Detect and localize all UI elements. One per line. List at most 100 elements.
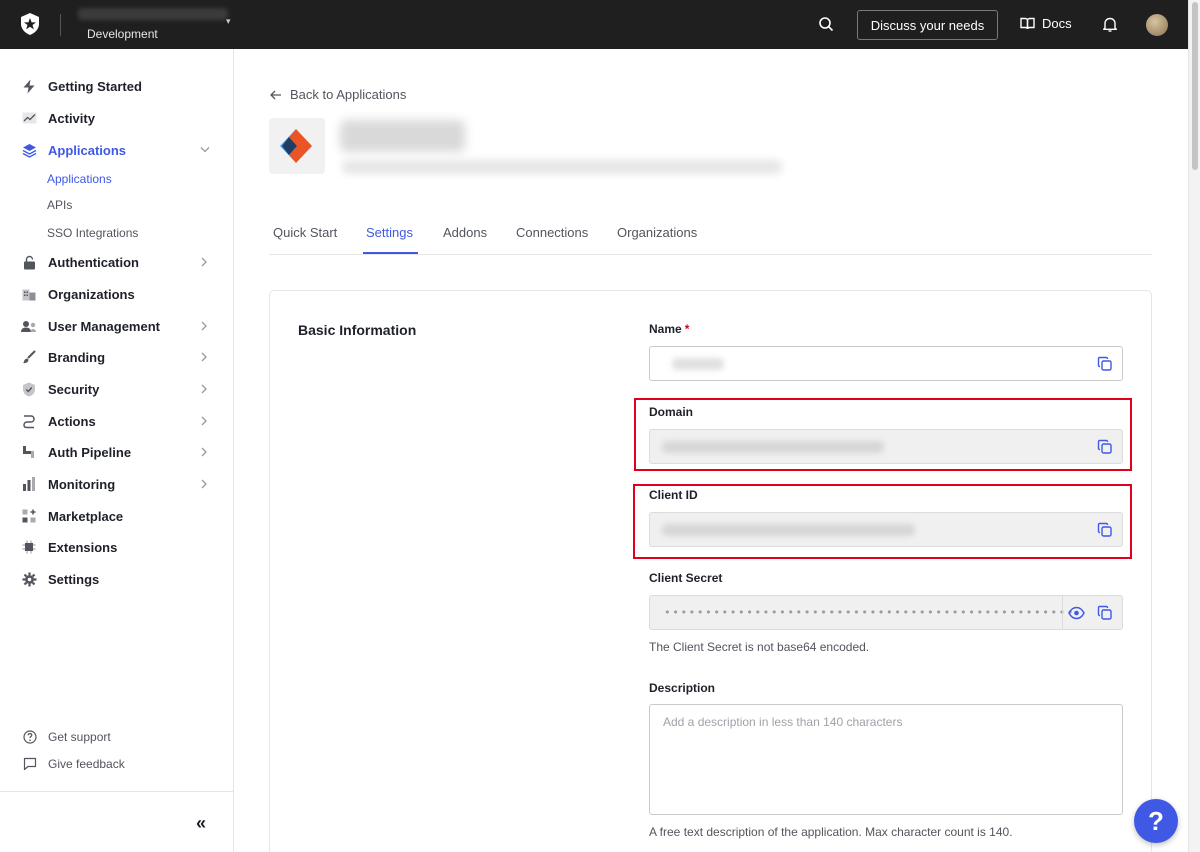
bell-icon[interactable]	[1102, 16, 1118, 33]
chevron-right-icon	[201, 257, 207, 267]
page-scrollbar[interactable]	[1188, 0, 1200, 852]
sidebar-item-label: Auth Pipeline	[48, 444, 132, 460]
sidebar: Getting Started Activity Applications Ap…	[0, 49, 234, 852]
copy-icon[interactable]	[1097, 356, 1113, 372]
tab-quick-start[interactable]: Quick Start	[273, 225, 337, 240]
layers-icon	[21, 142, 37, 158]
get-support-link[interactable]: Get support	[22, 729, 111, 744]
sidebar-item-label: Monitoring	[48, 476, 116, 492]
chip-icon	[21, 539, 37, 555]
name-field-label: Name *	[649, 322, 689, 336]
sidebar-item-label: Security	[48, 381, 100, 397]
sidebar-item-label: Branding	[48, 349, 106, 365]
application-tabs: Quick Start Settings Addons Connections …	[269, 220, 1152, 255]
activity-chart-icon	[21, 110, 37, 126]
sidebar-item-organizations[interactable]: Organizations	[0, 280, 233, 308]
sidebar-subitem-sso-integrations[interactable]: SSO Integrations	[47, 226, 138, 240]
sidebar-item-label: Applications	[48, 142, 127, 158]
description-help: A free text description of the applicati…	[649, 825, 1013, 839]
user-avatar[interactable]	[1146, 14, 1168, 36]
grid-plus-icon	[21, 508, 37, 524]
required-mark: *	[684, 322, 690, 336]
name-value-redacted	[672, 358, 724, 370]
sidebar-item-label: Getting Started	[48, 78, 142, 94]
sidebar-item-authentication[interactable]: Authentication	[0, 248, 233, 276]
sidebar-item-label: Organizations	[48, 286, 135, 302]
eye-icon[interactable]	[1068, 606, 1085, 620]
chevron-right-icon	[201, 447, 207, 457]
active-tab-indicator	[363, 252, 418, 254]
tenant-environment[interactable]: Development	[87, 27, 158, 41]
sidebar-item-getting-started[interactable]: Getting Started	[0, 72, 233, 100]
copy-icon[interactable]	[1097, 605, 1113, 621]
application-diamond-icon	[280, 129, 312, 163]
sidebar-item-branding[interactable]: Branding	[0, 343, 233, 371]
client-secret-label: Client Secret	[649, 571, 723, 585]
sidebar-item-label: Settings	[48, 571, 100, 587]
arrow-left-icon	[270, 90, 281, 99]
application-name-redacted	[340, 120, 465, 152]
description-placeholder: Add a description in less than 140 chara…	[663, 715, 903, 729]
collapse-sidebar-button[interactable]: «	[196, 813, 206, 834]
name-label: Name	[649, 322, 682, 336]
docs-link[interactable]: Docs	[1020, 16, 1072, 31]
sidebar-item-user-management[interactable]: User Management	[0, 312, 233, 340]
give-feedback-link[interactable]: Give feedback	[22, 756, 125, 771]
client-id-highlight-box	[633, 484, 1132, 559]
sidebar-item-applications[interactable]: Applications	[0, 136, 233, 164]
name-field[interactable]	[649, 346, 1123, 381]
brush-icon	[21, 349, 37, 365]
sidebar-item-extensions[interactable]: Extensions	[0, 533, 233, 561]
users-icon	[21, 318, 37, 334]
tab-addons[interactable]: Addons	[443, 225, 487, 240]
auth0-logo-icon[interactable]	[18, 12, 42, 36]
client-secret-field[interactable]: ••••••••••••••••••••••••••••••••••••••••…	[649, 595, 1123, 630]
sidebar-item-activity[interactable]: Activity	[0, 104, 233, 132]
chevron-right-icon	[201, 416, 207, 426]
application-logo	[269, 118, 325, 174]
give-feedback-label: Give feedback	[48, 756, 125, 771]
message-icon	[22, 756, 37, 771]
bar-chart-icon	[21, 476, 37, 492]
application-meta-redacted	[342, 160, 782, 174]
discuss-your-needs-button[interactable]: Discuss your needs	[857, 10, 998, 40]
building-icon	[21, 286, 37, 302]
help-circle-icon	[22, 729, 37, 744]
description-textarea[interactable]: Add a description in less than 140 chara…	[649, 704, 1123, 815]
chevron-down-icon	[200, 147, 210, 153]
back-to-applications-link[interactable]: Back to Applications	[270, 87, 406, 102]
sidebar-subitem-applications[interactable]: Applications	[47, 172, 112, 186]
section-title: Basic Information	[298, 322, 417, 338]
tenant-name-redacted[interactable]	[78, 8, 228, 20]
client-secret-divider	[1062, 596, 1063, 629]
chevron-right-icon	[201, 384, 207, 394]
chevron-right-icon	[201, 321, 207, 331]
tab-organizations[interactable]: Organizations	[617, 225, 697, 240]
docs-label: Docs	[1042, 16, 1072, 31]
domain-highlight-box	[634, 398, 1132, 471]
sidebar-item-marketplace[interactable]: Marketplace	[0, 502, 233, 530]
sidebar-subitem-apis[interactable]: APIs	[47, 198, 72, 212]
pipeline-icon	[21, 444, 37, 460]
help-chat-button[interactable]: ?	[1134, 799, 1178, 843]
sidebar-item-label: Actions	[48, 413, 96, 429]
client-secret-help: The Client Secret is not base64 encoded.	[649, 640, 870, 654]
tenant-chevron-icon[interactable]: ▾	[226, 16, 231, 27]
sidebar-item-monitoring[interactable]: Monitoring	[0, 470, 233, 498]
sidebar-item-security[interactable]: Security	[0, 375, 233, 403]
tab-settings[interactable]: Settings	[366, 225, 413, 240]
sidebar-item-label: Authentication	[48, 254, 139, 270]
sidebar-item-label: Marketplace	[48, 508, 124, 524]
topbar-divider	[60, 14, 61, 36]
sidebar-item-actions[interactable]: Actions	[0, 407, 233, 435]
sidebar-item-label: User Management	[48, 318, 160, 334]
scrollbar-thumb[interactable]	[1192, 2, 1198, 170]
lock-icon	[21, 254, 37, 270]
sidebar-divider	[0, 791, 233, 792]
flow-icon	[21, 413, 37, 429]
tab-connections[interactable]: Connections	[516, 225, 588, 240]
search-icon[interactable]	[818, 16, 835, 33]
sidebar-item-settings[interactable]: Settings	[0, 565, 233, 593]
sidebar-item-label: Activity	[48, 110, 95, 126]
sidebar-item-auth-pipeline[interactable]: Auth Pipeline	[0, 438, 233, 466]
